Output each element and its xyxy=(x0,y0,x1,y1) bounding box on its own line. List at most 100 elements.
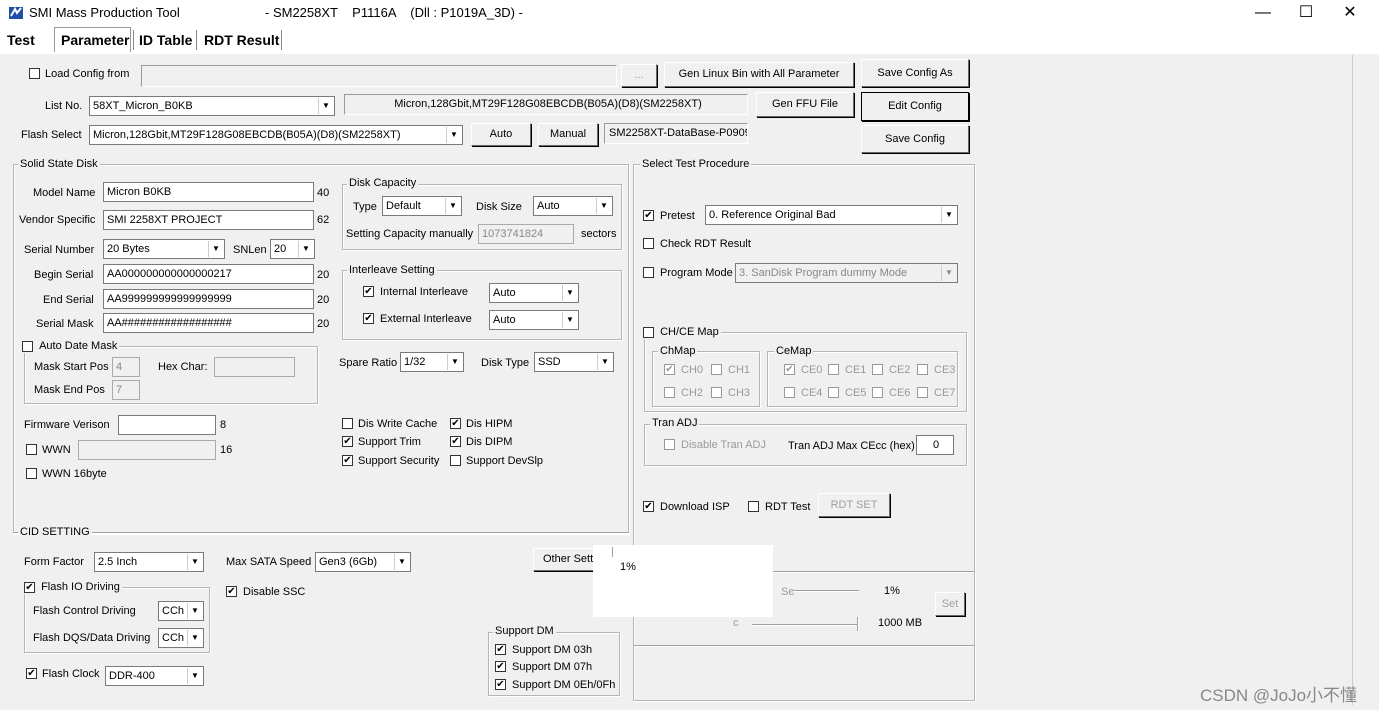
ch2-checkbox[interactable] xyxy=(664,387,675,398)
disable-ssc-checkbox[interactable]: ✔ xyxy=(226,586,237,597)
ch0-checkbox[interactable]: ✔ xyxy=(664,364,675,375)
support-security-checkbox[interactable]: ✔ xyxy=(342,455,353,466)
ce0-checkbox[interactable]: ✔ xyxy=(784,364,795,375)
mask-end-pos-input[interactable]: 7 xyxy=(112,380,140,400)
list-no-select[interactable]: 58XT_Micron_B0KB ▼ xyxy=(89,96,335,116)
serial-number-select[interactable]: 20 Bytes ▼ xyxy=(103,239,225,259)
chevron-down-icon: ▼ xyxy=(562,312,577,328)
spare-ratio-select[interactable]: 1/32 ▼ xyxy=(400,352,464,372)
save-config-as-button[interactable]: Save Config As xyxy=(861,59,969,87)
ce6-checkbox[interactable] xyxy=(872,387,883,398)
serial-mask-input[interactable]: AA################## xyxy=(103,313,314,333)
model-name-input[interactable]: Micron B0KB xyxy=(103,182,314,202)
hex-char-input[interactable] xyxy=(214,357,295,377)
external-interleave-select[interactable]: Auto ▼ xyxy=(489,310,579,330)
support-dm-03-checkbox[interactable]: ✔ xyxy=(495,644,506,655)
ch1-checkbox[interactable] xyxy=(711,364,722,375)
sectors-label: sectors xyxy=(581,228,617,240)
list-no-value: 58XT_Micron_B0KB xyxy=(93,100,193,112)
disk-type-select[interactable]: SSD ▼ xyxy=(534,352,614,372)
wwn-checkbox[interactable] xyxy=(26,444,37,455)
check-rdt-result-checkbox[interactable] xyxy=(643,238,654,249)
wwn-input[interactable] xyxy=(78,440,216,460)
ce2-checkbox[interactable] xyxy=(872,364,883,375)
dis-hipm-checkbox[interactable]: ✔ xyxy=(450,418,461,429)
pretest-checkbox[interactable]: ✔ xyxy=(643,210,654,221)
snlen-select[interactable]: 20 ▼ xyxy=(270,239,315,259)
tab-parameter[interactable]: Parameter xyxy=(61,30,130,50)
mask-start-pos-input[interactable]: 4 xyxy=(112,357,140,377)
title-bar xyxy=(0,0,1379,26)
program-mode-checkbox[interactable] xyxy=(643,267,654,278)
firmware-version-input[interactable] xyxy=(118,415,216,435)
rdt-set-button[interactable]: RDT SET xyxy=(818,493,890,517)
save-config-button[interactable]: Save Config xyxy=(861,125,969,153)
chevron-down-icon: ▼ xyxy=(187,668,202,684)
flash-dqs-driving-select[interactable]: CCh ▼ xyxy=(158,628,204,648)
support-devslp-checkbox[interactable] xyxy=(450,455,461,466)
se-label: Se xyxy=(781,586,795,598)
wwn-16byte-checkbox[interactable] xyxy=(26,468,37,479)
internal-interleave-checkbox[interactable]: ✔ xyxy=(363,286,374,297)
ce7-checkbox[interactable] xyxy=(917,387,928,398)
ce3-checkbox[interactable] xyxy=(917,364,928,375)
tab-id-table[interactable]: ID Table xyxy=(139,30,192,50)
app-icon xyxy=(8,5,24,21)
browse-button[interactable]: ... xyxy=(621,64,657,87)
flash-io-driving-checkbox[interactable]: ✔ xyxy=(24,581,35,593)
capacity-input[interactable]: 1073741824 xyxy=(478,224,574,244)
manual-button[interactable]: Manual xyxy=(538,123,598,146)
close-button[interactable]: ✕ xyxy=(1327,0,1373,26)
dis-write-cache-label: Dis Write Cache xyxy=(358,418,438,430)
set-button[interactable]: Set xyxy=(935,592,965,616)
snlen-label: SNLen xyxy=(233,244,267,256)
flash-clock-checkbox[interactable]: ✔ xyxy=(26,668,37,679)
internal-interleave-select[interactable]: Auto ▼ xyxy=(489,283,579,303)
program-mode-select[interactable]: 3. SanDisk Program dummy Mode ▼ xyxy=(735,263,958,283)
ce1-checkbox[interactable] xyxy=(828,364,839,375)
disable-tran-adj-checkbox[interactable] xyxy=(664,439,675,450)
ch-ce-map-checkbox[interactable] xyxy=(643,326,654,338)
slider-track-a[interactable] xyxy=(793,590,859,592)
gen-ffu-button[interactable]: Gen FFU File xyxy=(756,92,854,117)
ce4-checkbox[interactable] xyxy=(784,387,795,398)
slider-thumb-b[interactable] xyxy=(857,617,859,631)
support-trim-checkbox[interactable]: ✔ xyxy=(342,436,353,447)
auto-date-mask-checkbox[interactable] xyxy=(22,340,33,352)
type-select[interactable]: Default ▼ xyxy=(382,196,462,216)
end-serial-input[interactable]: AA999999999999999999 xyxy=(103,289,314,309)
external-interleave-checkbox[interactable]: ✔ xyxy=(363,313,374,324)
form-factor-select[interactable]: 2.5 Inch ▼ xyxy=(94,552,204,572)
tab-rdt-result[interactable]: RDT Result xyxy=(204,30,279,50)
gen-linux-bin-button[interactable]: Gen Linux Bin with All Parameter xyxy=(664,62,854,87)
tran-adj-max-input[interactable]: 0 xyxy=(916,435,954,455)
flash-select[interactable]: Micron,128Gbit,MT29F128G08EBCDB(B05A)(D8… xyxy=(89,125,463,145)
load-config-checkbox[interactable] xyxy=(29,68,40,79)
vendor-specific-input[interactable]: SMI 2258XT PROJECT xyxy=(103,210,314,230)
maximize-button[interactable]: ☐ xyxy=(1283,0,1329,26)
ch1-label: CH1 xyxy=(728,364,751,376)
auto-button[interactable]: Auto xyxy=(471,123,531,146)
tab-test[interactable]: Test xyxy=(7,30,35,50)
ch3-checkbox[interactable] xyxy=(711,387,722,398)
slider-track-b[interactable] xyxy=(752,624,858,626)
flash-clock-select[interactable]: DDR-400 ▼ xyxy=(105,666,204,686)
disk-size-select[interactable]: Auto ▼ xyxy=(533,196,613,216)
disk-size-label: Disk Size xyxy=(476,201,522,213)
ce5-checkbox[interactable] xyxy=(828,387,839,398)
dis-dipm-checkbox[interactable]: ✔ xyxy=(450,436,461,447)
download-isp-checkbox[interactable]: ✔ xyxy=(643,501,654,512)
load-config-path[interactable] xyxy=(141,65,617,87)
rdt-test-checkbox[interactable] xyxy=(748,501,759,512)
begin-serial-input[interactable]: AA000000000000000217 xyxy=(103,264,314,284)
support-dm-07-checkbox[interactable]: ✔ xyxy=(495,661,506,672)
edit-config-button[interactable]: Edit Config xyxy=(861,92,969,121)
chevron-down-icon: ▼ xyxy=(562,285,577,301)
interleave-setting-title: Interleave Setting xyxy=(347,264,437,277)
flash-control-driving-select[interactable]: CCh ▼ xyxy=(158,601,204,621)
pretest-select[interactable]: 0. Reference Original Bad ▼ xyxy=(705,205,958,225)
max-sata-speed-select[interactable]: Gen3 (6Gb) ▼ xyxy=(315,552,411,572)
support-dm-0e-checkbox[interactable]: ✔ xyxy=(495,679,506,690)
minimize-button[interactable]: — xyxy=(1240,0,1286,26)
dis-write-cache-checkbox[interactable] xyxy=(342,418,353,429)
